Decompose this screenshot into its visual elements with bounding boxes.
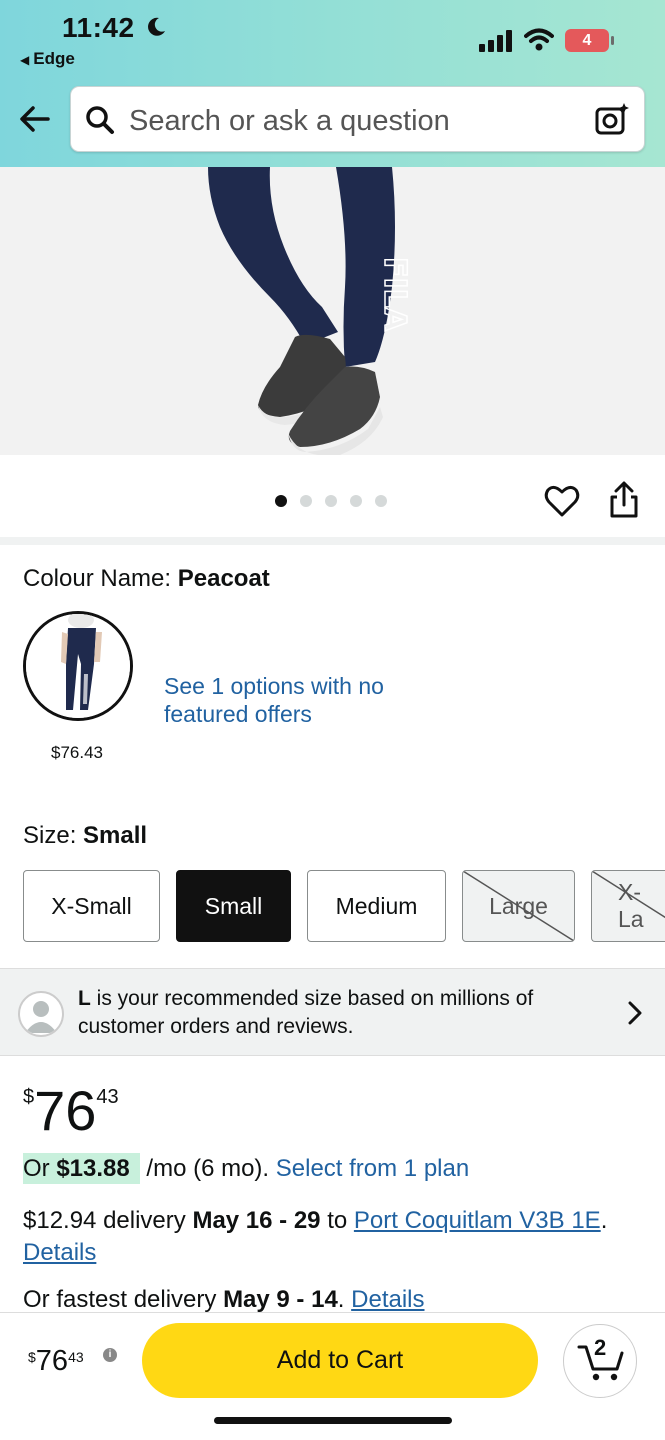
monthly-term: /mo (6 mo). bbox=[139, 1155, 276, 1182]
select-plan-link[interactable]: Select from 1 plan bbox=[276, 1155, 469, 1182]
colour-swatch[interactable] bbox=[23, 611, 133, 721]
size-recommendation[interactable]: L is your recommended size based on mill… bbox=[0, 968, 665, 1056]
size-label: Size: Small bbox=[23, 822, 147, 850]
monthly-prefix: Or bbox=[23, 1155, 57, 1182]
fastest-prefix: Or fastest delivery bbox=[23, 1286, 224, 1313]
product-price: $7643 bbox=[23, 1078, 119, 1143]
colour-label-text: Colour Name: bbox=[23, 565, 178, 592]
fastest-delivery: Or fastest delivery May 9 - 14. Details bbox=[23, 1286, 425, 1314]
unavailable-slash bbox=[592, 871, 665, 919]
pager-dot[interactable] bbox=[275, 495, 287, 507]
delivery-to: to bbox=[320, 1207, 354, 1234]
delivery-details-link[interactable]: Details bbox=[23, 1239, 96, 1266]
pager-dot[interactable] bbox=[375, 495, 387, 507]
swatch-thumbnail bbox=[26, 614, 130, 718]
monthly-payment: Or $13.88 /mo (6 mo). Select from 1 plan bbox=[23, 1153, 469, 1184]
size-option-x-large[interactable]: X-La bbox=[591, 870, 665, 942]
search-bar[interactable]: Search or ask a question bbox=[70, 86, 645, 152]
bottom-price: $7643 bbox=[28, 1345, 84, 1378]
size-label-text: Size: bbox=[23, 822, 84, 849]
size-option-medium[interactable]: Medium bbox=[307, 870, 446, 942]
status-time: 11:42 bbox=[62, 12, 135, 43]
wifi-icon bbox=[524, 28, 554, 51]
battery-icon: 4 bbox=[565, 29, 615, 52]
unavailable-slash bbox=[463, 871, 574, 941]
section-divider bbox=[0, 537, 665, 545]
header: 11:42 ◀ Edge 4 Search or ask a question bbox=[0, 0, 665, 167]
pager-dot[interactable] bbox=[300, 495, 312, 507]
search-icon bbox=[86, 106, 114, 134]
back-arrow-icon[interactable] bbox=[18, 102, 52, 136]
size-option-label: X-Small bbox=[51, 892, 132, 919]
size-value: Small bbox=[83, 822, 148, 849]
recommendation-text: L is your recommended size based on mill… bbox=[78, 985, 598, 1041]
recommended-size: L bbox=[78, 987, 91, 1010]
price-whole: 76 bbox=[34, 1079, 97, 1142]
camera-search-icon[interactable] bbox=[594, 101, 630, 137]
bottom-price-currency: $ bbox=[28, 1349, 36, 1365]
pager-dot[interactable] bbox=[350, 495, 362, 507]
bottom-price-fraction: 43 bbox=[68, 1349, 84, 1365]
image-pager-dots[interactable] bbox=[275, 495, 387, 507]
avatar-icon bbox=[18, 991, 64, 1037]
size-option-x-small[interactable]: X-Small bbox=[23, 870, 160, 942]
bottom-price-whole: 76 bbox=[35, 1345, 69, 1377]
delivery-info: $12.94 delivery May 16 - 29 to Port Coqu… bbox=[23, 1205, 653, 1269]
monthly-highlight: Or $13.88 bbox=[23, 1153, 140, 1184]
recommendation-message: is your recommended size based on millio… bbox=[78, 987, 534, 1038]
fastest-dates: May 9 - 14 bbox=[223, 1286, 338, 1313]
price-fraction: 43 bbox=[96, 1086, 119, 1108]
product-image[interactable]: FILA bbox=[0, 167, 665, 455]
share-icon[interactable] bbox=[608, 481, 640, 519]
delivery-location-link[interactable]: Port Coquitlam V3B 1E bbox=[354, 1207, 601, 1234]
size-option-label: Small bbox=[204, 892, 263, 919]
monthly-amount: $13.88 bbox=[56, 1155, 130, 1182]
pager-dot[interactable] bbox=[325, 495, 337, 507]
battery-level: 4 bbox=[565, 29, 609, 52]
product-photo-illustration: FILA bbox=[0, 167, 665, 455]
delivery-cost: $12.94 delivery bbox=[23, 1207, 193, 1234]
chevron-right-icon bbox=[628, 1001, 642, 1025]
back-app-label: Edge bbox=[33, 49, 75, 68]
delivery-period: . bbox=[600, 1207, 608, 1234]
delivery-dates: May 16 - 29 bbox=[192, 1207, 321, 1234]
fila-logo: FILA bbox=[376, 256, 413, 332]
fastest-details-link[interactable]: Details bbox=[351, 1286, 424, 1313]
size-option-label: Medium bbox=[335, 892, 418, 919]
heart-icon[interactable] bbox=[544, 483, 580, 519]
svg-text:FILA: FILA bbox=[377, 257, 412, 332]
colour-label: Colour Name: Peacoat bbox=[23, 565, 270, 593]
fastest-period: . bbox=[337, 1286, 352, 1313]
colour-value: Peacoat bbox=[177, 565, 270, 592]
size-option-large[interactable]: Large bbox=[462, 870, 575, 942]
cart-button[interactable]: 2 bbox=[563, 1324, 637, 1398]
size-option-small[interactable]: Small bbox=[176, 870, 291, 942]
price-currency: $ bbox=[23, 1086, 35, 1108]
info-icon[interactable]: i bbox=[103, 1348, 117, 1362]
back-to-app-link[interactable]: ◀ Edge bbox=[20, 49, 75, 69]
see-options-link[interactable]: See 1 options with no featured offers bbox=[164, 672, 404, 728]
add-to-cart-button[interactable]: Add to Cart bbox=[142, 1323, 538, 1398]
home-indicator bbox=[214, 1417, 452, 1424]
cellular-signal-icon bbox=[479, 30, 512, 52]
swatch-price: $76.43 bbox=[51, 743, 103, 762]
search-input[interactable]: Search or ask a question bbox=[129, 105, 450, 138]
moon-icon bbox=[148, 17, 165, 36]
back-triangle-icon: ◀ bbox=[20, 53, 30, 67]
cart-count: 2 bbox=[594, 1335, 607, 1360]
